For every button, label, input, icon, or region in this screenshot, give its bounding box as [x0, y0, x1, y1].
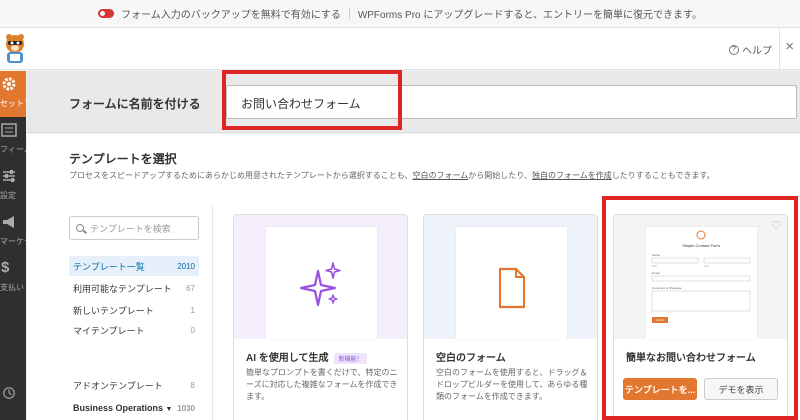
- card-description: 空白のフォームを使用すると、ドラッグ＆ドロップビルダーを使用して、あらゆる種類の…: [436, 368, 588, 401]
- category-new[interactable]: 新しいテンプレート 1: [69, 300, 199, 320]
- upgrade-notice-text: WPForms Pro にアップグレードすると、エントリーを簡単に復元できます。: [357, 10, 702, 21]
- category-my[interactable]: マイテンプレート 0: [69, 320, 199, 340]
- backup-toggle-label: フォーム入力のバックアップを無料で有効にする: [121, 10, 341, 21]
- form-name-label: フォームに名前を付ける: [69, 97, 201, 111]
- category-count: 0: [190, 325, 195, 335]
- preview-submit-label: Submit: [656, 319, 664, 322]
- help-label: ヘルプ: [742, 46, 772, 57]
- card-thumbnail: [234, 215, 407, 339]
- sidebar-item-settings[interactable]: 設定: [0, 163, 26, 209]
- category-count: 67: [186, 283, 195, 293]
- sidebar-item-payments[interactable]: $ 支払い: [0, 255, 26, 301]
- sidebar-item-label: セットアップ: [0, 99, 26, 108]
- preview-first-label: First: [652, 265, 657, 268]
- form-preview: Simple Contact Form Name First Last Emai…: [651, 230, 751, 323]
- card-title: 空白のフォーム: [436, 353, 506, 364]
- builder-sidebar: セットアップ フィールド 設定 マーケティング $ 支払い: [0, 71, 26, 420]
- card-title: AI を使用して生成 新機能！: [246, 349, 367, 364]
- template-search-input[interactable]: テンプレートを検索: [69, 216, 199, 240]
- card-title: 簡単なお問い合わせフォーム: [626, 353, 756, 364]
- template-section: テンプレートを選択 プロセスをスピードアップするためにあらかじめ用意されたテンプ…: [27, 134, 800, 420]
- category-label: アドオンテンプレート: [73, 380, 163, 391]
- section-title: テンプレートを選択: [69, 152, 177, 166]
- dollar-icon: $: [1, 259, 10, 276]
- history-icon[interactable]: [0, 385, 16, 401]
- template-card-simple-contact[interactable]: Simple Contact Form Name First Last Emai…: [613, 214, 788, 420]
- document-icon: [498, 267, 526, 309]
- sidebar-item-label: 支払い: [0, 283, 24, 292]
- close-icon[interactable]: ×: [785, 38, 794, 55]
- sidebar-item-label: フィールド: [0, 145, 26, 154]
- backup-toggle[interactable]: [98, 9, 115, 18]
- sidebar-item-marketing[interactable]: マーケティング: [0, 209, 26, 255]
- card-title-text: AI を使用して生成: [246, 353, 329, 364]
- card-thumbnail: [424, 215, 597, 339]
- sidebar-item-setup[interactable]: セットアップ: [0, 71, 26, 117]
- form-name-input[interactable]: お問い合わせフォーム: [226, 85, 797, 119]
- favorite-heart-icon[interactable]: ♡: [771, 219, 781, 232]
- help-button[interactable]: ? ヘルプ: [729, 42, 772, 57]
- category-count: 2010: [177, 261, 195, 271]
- view-demo-button[interactable]: デモを表示: [704, 378, 778, 400]
- megaphone-icon: [3, 216, 14, 228]
- category-all[interactable]: テンプレート一覧 2010: [69, 256, 199, 276]
- preview-email-label: Email: [652, 271, 660, 275]
- desc-text-1: プロセスをスピードアップするためにあらかじめ用意されたテンプレートから選択するこ…: [69, 171, 413, 180]
- search-placeholder: テンプレートを検索: [90, 223, 171, 234]
- section-description: プロセスをスピードアップするためにあらかじめ用意されたテンプレートから選択するこ…: [69, 170, 715, 181]
- category-label: Business Operations ▼: [73, 403, 172, 413]
- preview-last-label: Last: [704, 265, 709, 268]
- wpforms-logo-icon: [6, 34, 24, 63]
- preview-name-label: Name: [652, 253, 660, 257]
- sidebar-item-label: マーケティング: [0, 237, 26, 246]
- form-name-row: フォームに名前を付ける お問い合わせフォーム: [27, 71, 800, 133]
- notice-separator: [348, 8, 350, 19]
- sidebar-item-fields[interactable]: フィールド: [0, 117, 26, 163]
- new-feature-badge: 新機能！: [334, 352, 367, 364]
- desc-text-2: から開始したり、: [468, 171, 532, 180]
- search-icon: [76, 224, 84, 232]
- category-label: 利用可能なテンプレート: [73, 283, 172, 294]
- category-count: 1: [190, 305, 195, 315]
- category-label: テンプレート一覧: [73, 261, 145, 272]
- template-card-blank[interactable]: 空白のフォーム 空白のフォームを使用すると、ドラッグ＆ドロップビルダーを使用して…: [423, 214, 598, 420]
- gear-icon: [2, 77, 16, 91]
- use-template-button[interactable]: テンプレートを...: [623, 378, 697, 400]
- fields-icon: [1, 123, 17, 137]
- header-divider: [779, 28, 780, 70]
- help-icon: ?: [729, 44, 739, 55]
- section-divider: [212, 204, 213, 420]
- preview-title: Simple Contact Form: [682, 243, 720, 248]
- category-count: 8: [190, 380, 195, 390]
- card-paper: Simple Contact Form Name First Last Emai…: [646, 227, 757, 339]
- template-card-ai[interactable]: AI を使用して生成 新機能！ 簡単なプロンプトを書くだけで、特定のニーズに対応し…: [233, 214, 408, 420]
- category-business-operations[interactable]: Business Operations ▼ 1030: [69, 398, 199, 418]
- sparkles-icon: [299, 262, 341, 307]
- desc-text-3: したりすることもできます。: [611, 171, 715, 180]
- blank-form-link[interactable]: 空白のフォーム: [413, 171, 469, 180]
- category-count: 1030: [177, 403, 195, 413]
- preview-message-label: Comment or Message: [652, 286, 682, 290]
- create-own-form-link[interactable]: 独自のフォームを作成: [532, 171, 612, 180]
- card-thumbnail: Simple Contact Form Name First Last Emai…: [614, 215, 787, 339]
- sliders-icon: [3, 170, 15, 182]
- category-label-text: Business Operations: [73, 403, 164, 413]
- card-paper: [456, 227, 567, 339]
- chevron-down-icon: ▼: [165, 406, 173, 413]
- category-label: マイテンプレート: [73, 325, 145, 336]
- card-paper: [266, 227, 377, 339]
- category-addon[interactable]: アドオンテンプレート 8: [69, 375, 199, 395]
- notice-bar: フォーム入力のバックアップを無料で有効にする WPForms Pro にアップグ…: [0, 0, 800, 28]
- sidebar-item-label: 設定: [0, 191, 16, 200]
- category-available[interactable]: 利用可能なテンプレート 67: [69, 278, 199, 298]
- card-description: 簡単なプロンプトを書くだけで、特定のニーズに対応した複雑なフォームを作成できます…: [246, 368, 398, 401]
- builder-header: ? ヘルプ ×: [0, 28, 800, 70]
- category-label: 新しいテンプレート: [73, 305, 154, 316]
